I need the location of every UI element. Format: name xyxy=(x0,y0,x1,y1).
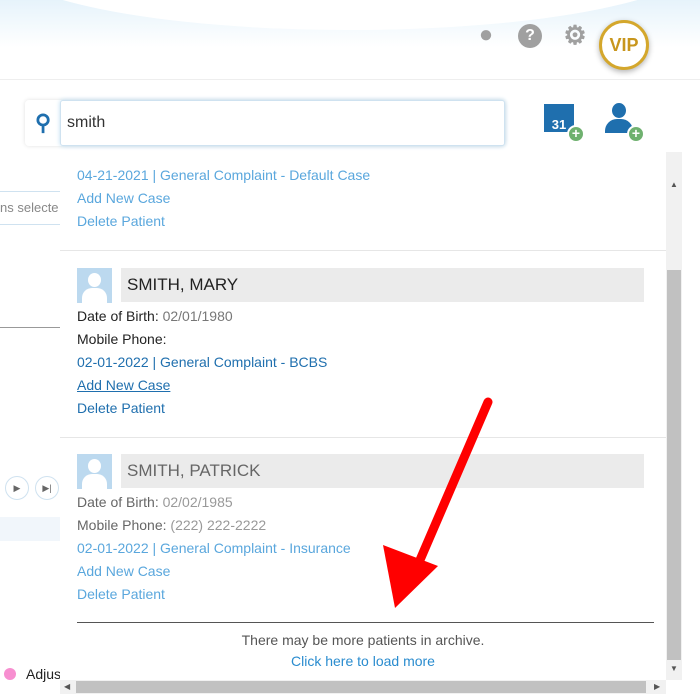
annotation-arrow xyxy=(383,397,493,608)
